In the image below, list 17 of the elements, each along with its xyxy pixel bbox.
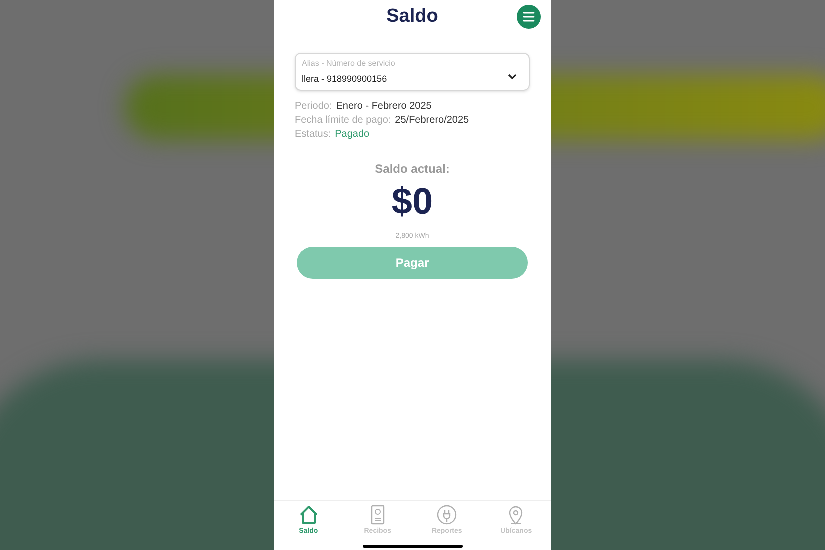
menu-icon [523, 12, 535, 22]
chevron-down-icon [508, 74, 517, 80]
detail-value: 25/Febrero/2025 [395, 114, 470, 127]
detail-label: Periodo: [295, 100, 332, 113]
balance-label: Saldo actual: [375, 161, 450, 178]
home-icon [298, 504, 320, 526]
detail-label: Fecha límite de pago: [295, 114, 392, 127]
detail-label: Estatus: [295, 128, 332, 141]
select-label: Alias - Número de servicio [302, 58, 396, 70]
page-title: Saldo [386, 4, 438, 29]
select-value: llera - 918990900156 [302, 73, 388, 86]
plug-icon [436, 504, 458, 526]
menu-button[interactable] [517, 5, 541, 29]
service-select[interactable]: Alias - Número de servicio llera - 918990900156 [295, 53, 530, 91]
status-value: Pagado [335, 128, 370, 141]
detail-value: Enero - Febrero 2025 [336, 100, 432, 113]
balance-amount: $0 [392, 180, 434, 224]
